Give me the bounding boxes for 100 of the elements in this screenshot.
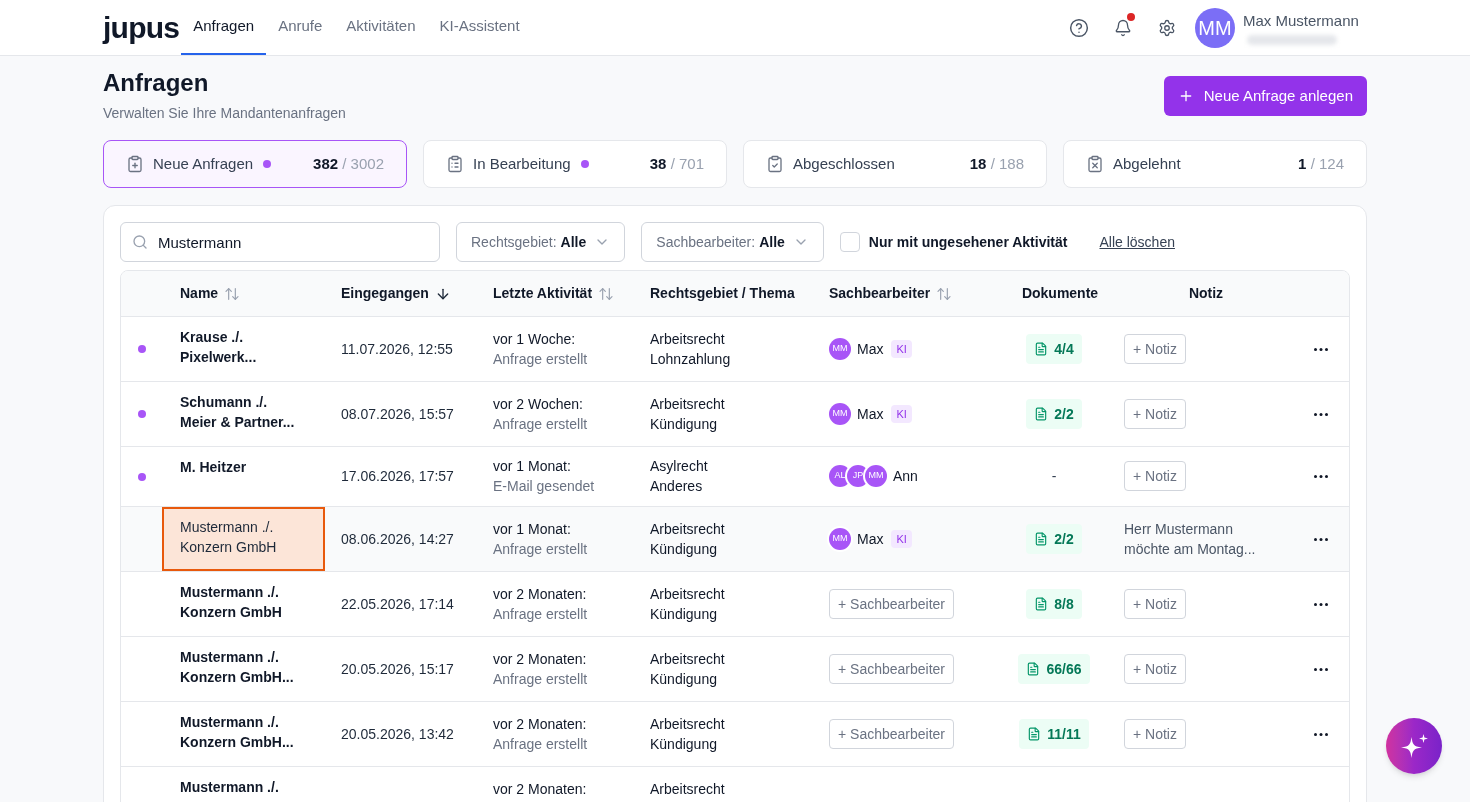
- column-header: Dokumente: [1021, 284, 1099, 303]
- topic-text: Kündigung: [650, 604, 717, 624]
- client-name: M. Heitzer: [180, 458, 247, 477]
- clipboard-check-icon: [766, 155, 784, 173]
- column-header[interactable]: Letzte Aktivität: [477, 271, 634, 316]
- column-header: Notiz: [1188, 284, 1224, 303]
- search-field[interactable]: Mustermann: [120, 222, 440, 262]
- user-avatar: MM: [865, 465, 887, 487]
- user-avatar: MM: [829, 337, 851, 360]
- document-icon: [1034, 531, 1049, 546]
- activity-time: vor 1 Monat:: [493, 457, 571, 476]
- checkbox[interactable]: [839, 232, 860, 252]
- documents-count: 11/11: [1047, 724, 1081, 744]
- documents-count: 2/2: [1054, 404, 1074, 424]
- activity-type: Anfrage erstellt: [493, 414, 588, 434]
- activity-time: vor 2 Wochen:: [493, 394, 583, 414]
- ai-tag: KI: [891, 529, 912, 548]
- legal-area: Arbeitsrecht: [650, 518, 725, 539]
- user-avatar: JP: [847, 465, 869, 487]
- status-tab[interactable]: Abgelehnt 1 / 124: [1063, 140, 1367, 188]
- assign-button[interactable]: + Sachbearbeiter: [829, 588, 955, 619]
- column-header[interactable]: Eingegangen: [325, 271, 477, 316]
- column-header[interactable]: Name: [162, 271, 325, 316]
- date-text: 20.05.2026, 13:42: [341, 724, 454, 744]
- client-name: Mustermann ./.: [180, 778, 279, 797]
- activity-type: E-Mail gesendet: [493, 477, 595, 496]
- clipboard-plus-icon: [126, 155, 144, 173]
- client-name: Mustermann ./. Konzern GmbH...: [180, 648, 294, 687]
- clipboard-x-icon: [1086, 155, 1104, 173]
- add-note-button[interactable]: + Notiz: [1124, 333, 1186, 364]
- date-text: 11.07.2026, 12:55: [341, 339, 453, 359]
- legal-area: Arbeitsrecht: [650, 648, 725, 669]
- topic-text: Kündigung: [650, 414, 717, 434]
- activity-time: vor 2 Monaten:: [493, 649, 587, 669]
- date-text: 17.06.2026, 17:57: [341, 467, 454, 486]
- status-tab[interactable]: Abgeschlossen 18 / 188: [743, 140, 1047, 188]
- document-icon: [1034, 406, 1049, 421]
- filter-dropdown[interactable]: Rechtsgebiet: Alle: [456, 222, 626, 262]
- nav-tab[interactable]: Aktivitäten: [334, 0, 428, 55]
- ai-assistant-button[interactable]: [1386, 718, 1442, 774]
- document-icon: [1034, 341, 1049, 356]
- add-note-button[interactable]: + Notiz: [1124, 653, 1186, 684]
- column-header[interactable]: Sachbearbeiter: [813, 271, 1000, 316]
- documents-count: 2/2: [1054, 529, 1074, 549]
- client-name: Schumann ./. Meier & Partner...: [180, 393, 295, 432]
- more-icon: [1313, 602, 1328, 606]
- tab-label: Neue Anfragen: [153, 153, 254, 174]
- nav-tab[interactable]: KI-Assistent: [427, 0, 532, 55]
- more-icon: [1313, 667, 1328, 671]
- more-icon: [1313, 347, 1328, 351]
- activity-time: vor 2 Monaten:: [493, 779, 587, 799]
- sparkle-icon: [1400, 734, 1428, 758]
- nav-tab[interactable]: Anrufe: [266, 0, 335, 55]
- date-text: 20.05.2026, 15:17: [341, 659, 454, 679]
- tab-label: In Bearbeitung: [473, 153, 571, 174]
- clear-filters-link[interactable]: Alle löschen: [1099, 231, 1175, 253]
- document-icon: [1027, 726, 1042, 741]
- assignee-name: Max: [857, 529, 884, 549]
- client-name: Mustermann ./. Konzern GmbH: [180, 583, 282, 622]
- new-request-button[interactable]: Neue Anfrage anlegen: [1163, 76, 1367, 116]
- logo[interactable]: jupus: [103, 12, 180, 43]
- checkbox-label: Nur mit ungesehener Aktivität: [868, 232, 1068, 252]
- legal-area: Asylrecht: [650, 456, 708, 476]
- more-icon: [1313, 412, 1328, 416]
- ai-tag: KI: [891, 339, 912, 358]
- activity-time: vor 1 Monat:: [493, 519, 571, 539]
- filter-dropdown[interactable]: Sachbearbeiter: Alle: [641, 222, 824, 262]
- count-text: 38 / 701: [649, 153, 704, 174]
- date-text: 22.05.2026, 17:14: [341, 594, 454, 614]
- date-text: 08.07.2026, 15:57: [341, 404, 454, 424]
- assign-button[interactable]: + Sachbearbeiter: [829, 653, 955, 684]
- activity-type: Anfrage erstellt: [493, 604, 588, 624]
- client-name: Mustermann ./. Konzern GmbH...: [180, 713, 294, 752]
- topic-text: Kündigung: [650, 539, 717, 559]
- topic-text: Kündigung: [650, 734, 717, 754]
- add-note-button[interactable]: + Notiz: [1124, 398, 1186, 429]
- legal-area: Arbeitsrecht: [650, 778, 725, 799]
- user-name: Max Mustermann: [1243, 10, 1360, 31]
- assign-button[interactable]: + Sachbearbeiter: [829, 718, 955, 749]
- status-tab[interactable]: In Bearbeitung 38 / 701: [423, 140, 727, 188]
- activity-time: vor 1 Woche:: [493, 329, 576, 349]
- status-tab[interactable]: Neue Anfragen 382 / 3002: [103, 140, 407, 188]
- count-text: 18 / 188: [969, 153, 1024, 174]
- nav-tab[interactable]: Anfragen: [181, 0, 267, 55]
- add-note-button[interactable]: + Notiz: [1124, 588, 1186, 619]
- user-avatar[interactable]: MM: [1195, 7, 1235, 48]
- clipboard-list-icon: [446, 155, 464, 173]
- client-name: Mustermann ./. Konzern GmbH: [180, 518, 277, 557]
- add-note-button[interactable]: + Notiz: [1124, 718, 1186, 749]
- assignee-name: Max: [857, 404, 884, 424]
- settings-icon: [1158, 18, 1176, 37]
- documents-count: 8/8: [1054, 594, 1074, 614]
- legal-area: Arbeitsrecht: [650, 583, 725, 604]
- activity-type: Anfrage erstellt: [493, 734, 588, 754]
- add-note-button[interactable]: + Notiz: [1124, 461, 1186, 491]
- search-icon: [132, 234, 148, 250]
- more-icon: [1313, 732, 1328, 736]
- legal-area: Arbeitsrecht: [650, 393, 725, 414]
- user-avatar: MM: [829, 527, 851, 550]
- documents-count: 4/4: [1054, 339, 1074, 359]
